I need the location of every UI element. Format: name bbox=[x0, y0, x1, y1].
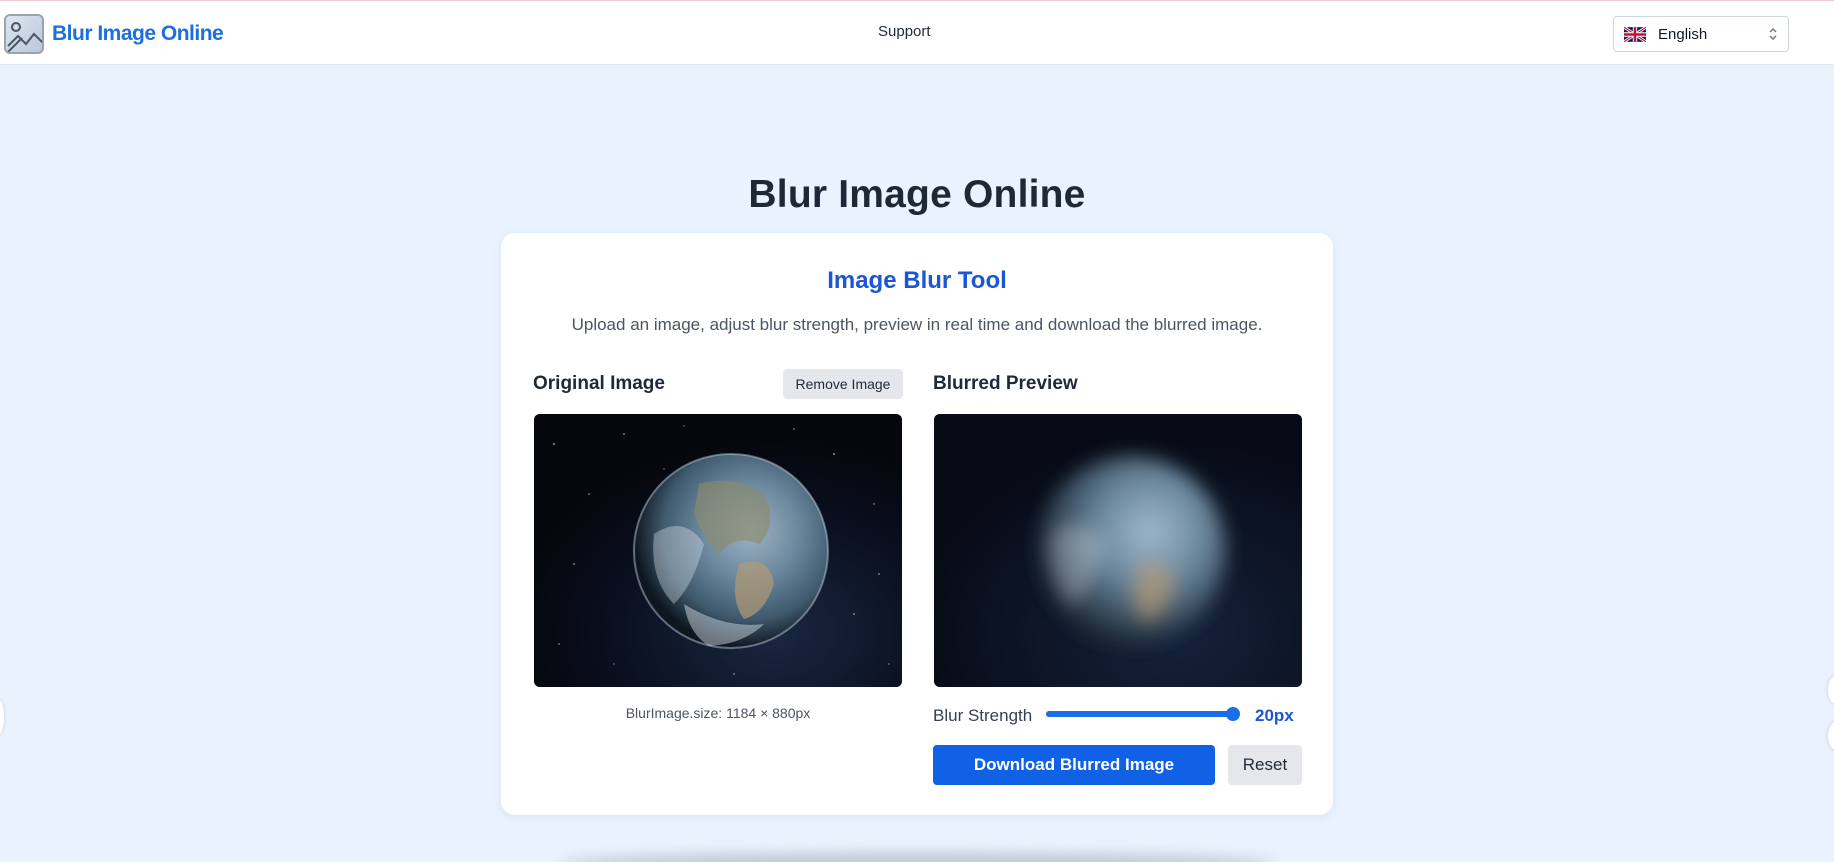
image-logo-icon bbox=[4, 14, 44, 54]
reset-button[interactable]: Reset bbox=[1228, 745, 1302, 785]
blur-strength-value: 20px bbox=[1255, 706, 1294, 725]
blur-strength-label: Blur Strength bbox=[933, 706, 1033, 725]
blurred-preview-image bbox=[934, 414, 1302, 687]
download-blurred-image-button[interactable]: Download Blurred Image bbox=[933, 745, 1215, 785]
blur-tool-card: Image Blur Tool Upload an image, adjust … bbox=[501, 233, 1333, 815]
remove-image-button[interactable]: Remove Image bbox=[783, 369, 903, 399]
next-section-shadow bbox=[560, 852, 1276, 862]
left-edge-widget[interactable] bbox=[0, 700, 4, 734]
language-select[interactable]: English bbox=[1613, 16, 1789, 52]
uk-flag-icon bbox=[1624, 26, 1646, 42]
logo-text: Blur Image Online bbox=[52, 22, 224, 45]
tool-description: Upload an image, adjust blur strength, p… bbox=[571, 315, 1263, 334]
image-size-text: BlurImage.size: 1184 × 880px bbox=[625, 705, 811, 721]
slider-fill bbox=[1046, 711, 1233, 717]
right-edge-widget-top[interactable] bbox=[1828, 676, 1834, 704]
right-edge-widget-bottom[interactable] bbox=[1828, 722, 1834, 750]
original-image bbox=[534, 414, 902, 687]
site-header: Blur Image Online Support English bbox=[0, 1, 1834, 65]
logo[interactable]: Blur Image Online bbox=[4, 14, 224, 54]
chevron-updown-icon bbox=[1769, 28, 1777, 40]
tool-title: Image Blur Tool bbox=[827, 267, 1007, 294]
slider-thumb[interactable] bbox=[1226, 707, 1240, 721]
original-image-label: Original Image bbox=[533, 373, 665, 394]
language-label: English bbox=[1658, 25, 1708, 43]
blur-strength-slider[interactable] bbox=[1046, 702, 1240, 726]
blurred-preview-label: Blurred Preview bbox=[933, 373, 1078, 394]
nav-support-link[interactable]: Support bbox=[878, 23, 931, 40]
page-title: Blur Image Online bbox=[748, 173, 1086, 216]
